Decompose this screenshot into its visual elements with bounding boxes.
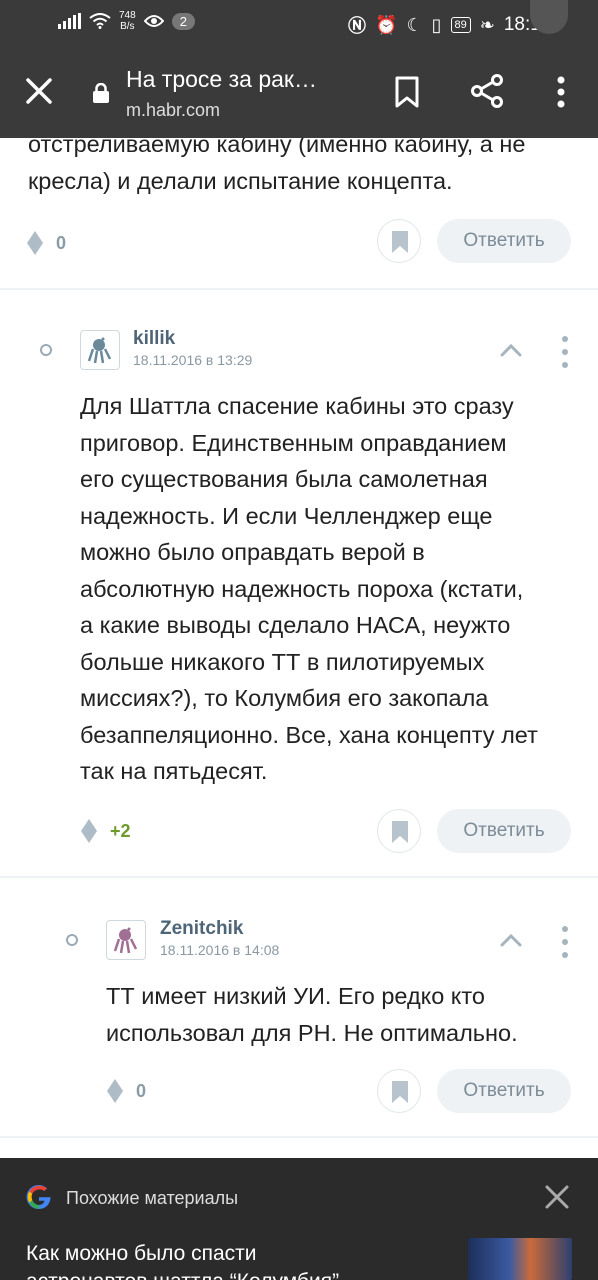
vote-counter[interactable]: 0 <box>106 1078 146 1104</box>
article-line: Как можно было спасти <box>26 1242 257 1265</box>
vibrate-icon: ▯ <box>431 14 442 35</box>
speed-value: 748 <box>119 10 136 21</box>
comment-line: абсолютную надежность пороха (кстати, <box>80 575 524 602</box>
thread-dot <box>66 934 78 946</box>
status-left: 748 B/s 2 <box>58 10 195 32</box>
comment-text: Для Шаттла спасение кабины это сразу при… <box>80 388 592 790</box>
wifi-icon <box>89 13 111 29</box>
avatar-icon <box>113 927 138 954</box>
comment-more-icon[interactable] <box>562 336 568 368</box>
nfc-icon: Ⓝ <box>348 16 367 36</box>
related-title: Похожие материалы <box>66 1188 239 1208</box>
comment-line: ТТ имеет низкий УИ. Его редко кто <box>106 983 485 1009</box>
reply-button[interactable]: Ответить <box>437 809 571 853</box>
google-logo-icon <box>26 1185 51 1210</box>
speed-unit: B/s <box>120 21 135 32</box>
related-article-link[interactable]: Как можно было спасти астронавтов шаттла… <box>26 1240 446 1280</box>
comment-line: приговор. Единственным оправданием <box>80 429 507 456</box>
comment-line: больше никакого ТТ в пилотируемых <box>80 648 485 675</box>
divider <box>0 288 598 290</box>
thread-dot <box>40 344 52 356</box>
comment-line: использовал для РН. Не оптимально. <box>106 1019 518 1046</box>
comment-line: безаппеляционно. Все, хана концепту лет <box>80 721 538 748</box>
vote-value: 0 <box>136 1080 147 1101</box>
comment-line: Для Шаттла спасение кабины это сразу <box>80 393 514 419</box>
bookmark-comment-button[interactable] <box>377 219 421 263</box>
bookmark-icon[interactable] <box>394 76 420 108</box>
comment-text: ТТ имеет низкий УИ. Его редко кто исполь… <box>106 978 594 1051</box>
vote-value: +2 <box>110 820 131 841</box>
rating-icon <box>107 1079 123 1103</box>
comment-date[interactable]: 18.11.2016 в 14:08 <box>160 942 279 958</box>
chevron-up-icon[interactable] <box>500 343 522 357</box>
vote-counter[interactable]: 0 <box>26 230 66 256</box>
avatar-icon <box>87 337 112 364</box>
avatar[interactable] <box>106 920 146 960</box>
comment-more-icon[interactable] <box>562 926 568 958</box>
comments-feed[interactable]: отстреливаемую кабину (именно кабину, а … <box>0 138 598 1158</box>
comment-text: отстреливаемую кабину (именно кабину, а … <box>28 138 588 199</box>
bookmark-comment-button[interactable] <box>377 809 421 853</box>
rating-icon <box>81 819 97 843</box>
camera-cutout <box>530 0 568 34</box>
comment-date[interactable]: 18.11.2016 в 13:29 <box>133 352 252 368</box>
battery-icon: 89 <box>450 17 471 33</box>
close-icon[interactable] <box>544 1184 570 1210</box>
moon-icon: ☾ <box>406 14 423 35</box>
comment-line: кресла) и делали испытание концепта. <box>28 167 453 194</box>
network-speed: 748 B/s <box>119 10 136 32</box>
divider <box>0 876 598 878</box>
browser-app-bar: На тросе за рак… m.habr.com <box>0 46 598 138</box>
rating-icon <box>27 231 43 255</box>
leaf-icon: ❧ <box>479 14 495 35</box>
close-icon[interactable] <box>24 76 54 106</box>
avatar[interactable] <box>80 330 120 370</box>
bookmark-icon <box>392 1081 408 1103</box>
comment-line: надежность. И если Челленджер еще <box>80 502 493 529</box>
bookmark-icon <box>392 821 408 843</box>
comment-line: отстреливаемую кабину (именно кабину, а … <box>28 138 526 157</box>
article-line: астронавтов шаттла “Колумбия” <box>26 1268 446 1280</box>
notification-count-badge: 2 <box>171 12 195 30</box>
status-bar: 748 B/s 2 Ⓝ ⏰ ☾ ▯ 89 ❧ 18:11 <box>0 0 598 46</box>
comment-line: так на пятьдесят. <box>80 758 268 784</box>
share-icon[interactable] <box>470 74 504 108</box>
reply-button[interactable]: Ответить <box>437 219 571 263</box>
bookmark-icon <box>392 231 408 253</box>
bookmark-comment-button[interactable] <box>377 1069 421 1113</box>
divider <box>0 1136 598 1138</box>
page-title: На тросе за рак… <box>126 66 317 92</box>
signal-icon <box>58 13 81 29</box>
comment-line: миссиях?), то Колумбия его закопала <box>80 685 489 711</box>
status-right: Ⓝ ⏰ ☾ ▯ 89 ❧ 18:11 <box>348 12 550 38</box>
lock-icon <box>93 83 109 103</box>
page-url: m.habr.com <box>126 100 221 120</box>
eye-icon <box>143 15 164 27</box>
related-materials-sheet[interactable]: Похожие материалы Как можно было спасти … <box>0 1158 598 1280</box>
vote-counter[interactable]: +2 <box>80 818 131 844</box>
comment-line: можно было оправдать верой в <box>80 539 425 565</box>
vote-value: 0 <box>56 232 67 253</box>
more-options-icon[interactable] <box>546 76 576 108</box>
comment-author[interactable]: Zenitchik <box>160 918 243 940</box>
reply-button[interactable]: Ответить <box>437 1069 571 1113</box>
comment-author[interactable]: killik <box>133 328 175 350</box>
alarm-icon: ⏰ <box>375 14 398 35</box>
article-thumbnail[interactable] <box>468 1238 572 1280</box>
chevron-up-icon[interactable] <box>500 933 522 947</box>
comment-line: а какие выводы сделало НАСА, неужто <box>80 612 511 638</box>
comment-line: его существования была самолетная <box>80 466 488 492</box>
